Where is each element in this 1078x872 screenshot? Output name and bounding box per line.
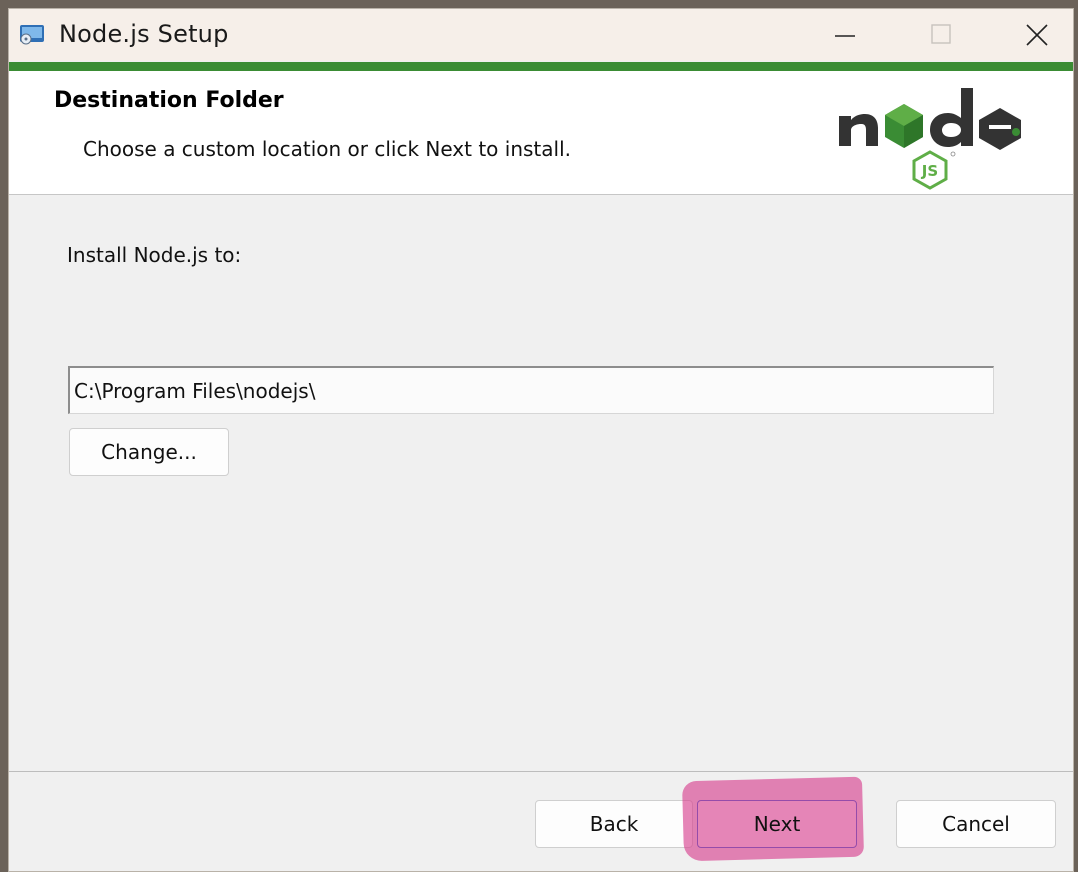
window-title: Node.js Setup bbox=[59, 20, 229, 48]
next-button[interactable]: Next bbox=[697, 800, 857, 848]
minimize-icon bbox=[835, 35, 855, 37]
back-button[interactable]: Back bbox=[535, 800, 693, 848]
footer-divider bbox=[9, 771, 1073, 772]
close-button[interactable] bbox=[989, 9, 1073, 61]
cancel-button[interactable]: Cancel bbox=[896, 800, 1056, 848]
brand-accent-bar bbox=[9, 62, 1073, 71]
wizard-header: Destination Folder Choose a custom locat… bbox=[9, 71, 1073, 195]
next-button-label: Next bbox=[753, 812, 801, 836]
installer-app-icon bbox=[20, 25, 44, 45]
nodejs-logo: JS bbox=[839, 88, 1021, 190]
minimize-button[interactable] bbox=[797, 9, 893, 61]
change-button[interactable]: Change... bbox=[69, 428, 229, 476]
install-location-label: Install Node.js to: bbox=[67, 243, 242, 267]
title-bar[interactable]: Node.js Setup bbox=[9, 9, 1073, 61]
setup-window: Node.js Setup Destination Folder Choose … bbox=[8, 8, 1074, 872]
maximize-button[interactable] bbox=[893, 9, 989, 61]
page-title: Destination Folder bbox=[54, 88, 284, 113]
close-icon bbox=[1026, 24, 1048, 46]
page-subtitle: Choose a custom location or click Next t… bbox=[83, 137, 571, 161]
maximize-icon bbox=[931, 24, 951, 44]
install-path-field[interactable] bbox=[68, 366, 994, 414]
svg-text:JS: JS bbox=[921, 162, 938, 180]
